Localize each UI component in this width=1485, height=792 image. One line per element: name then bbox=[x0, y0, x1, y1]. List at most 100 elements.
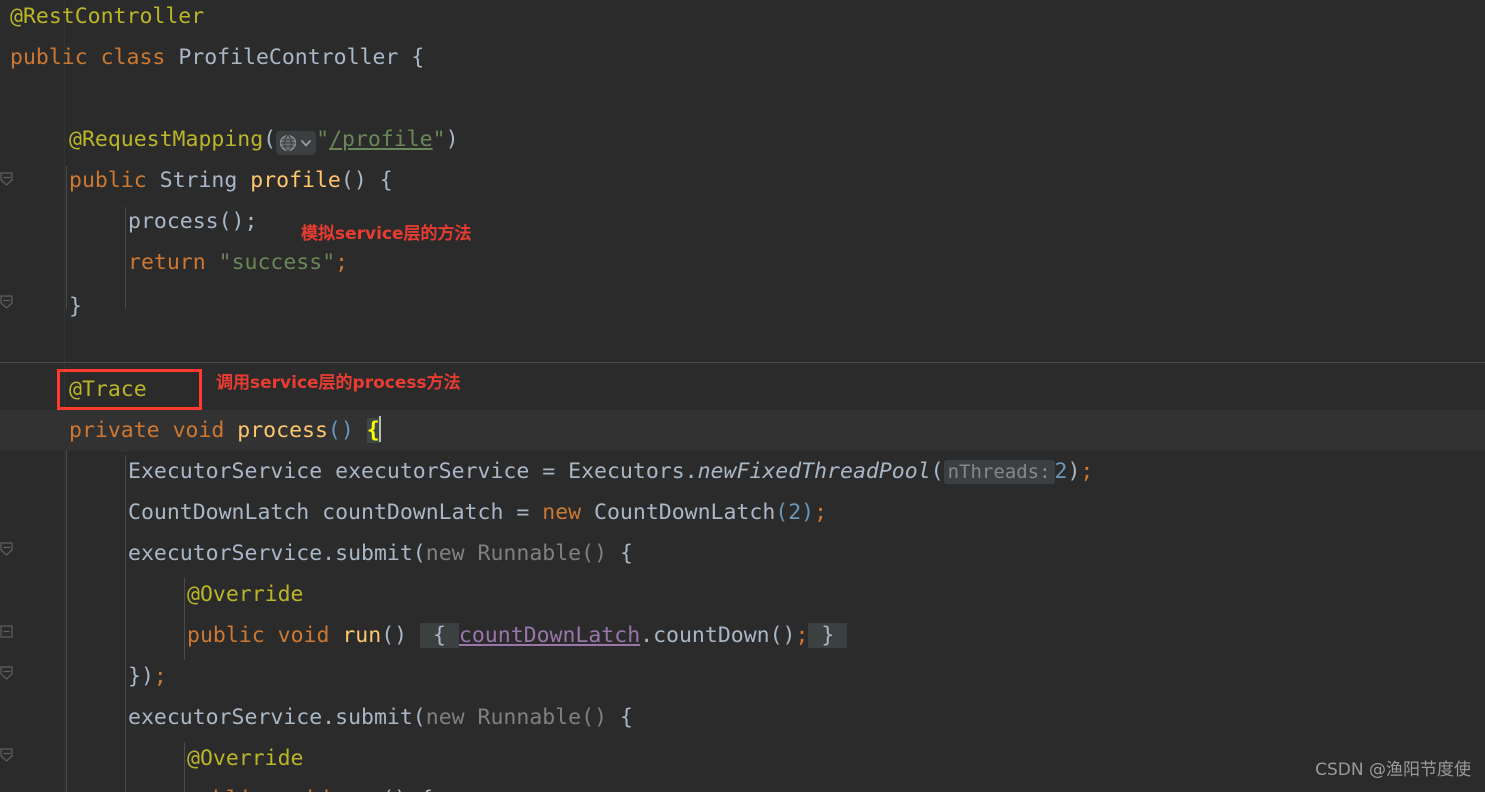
code-line-blank[interactable] bbox=[0, 327, 1485, 368]
brace-open: { bbox=[420, 787, 433, 792]
paren-close: ) bbox=[801, 500, 815, 525]
var-executor-service: executorService bbox=[335, 459, 530, 484]
keyword-public: public bbox=[187, 787, 265, 792]
url-profile[interactable]: /profile bbox=[329, 127, 433, 152]
paren-open: ( bbox=[775, 500, 789, 525]
method-count-down: countDown bbox=[653, 623, 770, 648]
method-submit: submit bbox=[335, 705, 413, 730]
code-line[interactable]: public void run() { bbox=[0, 779, 1485, 792]
annotation-override: @Override bbox=[187, 746, 304, 771]
type-runnable: Runnable bbox=[477, 705, 582, 730]
code-line[interactable]: ExecutorService executorService = Execut… bbox=[0, 451, 1485, 492]
quote-close: " bbox=[432, 127, 446, 152]
code-line-current[interactable]: private void process() { bbox=[0, 410, 1485, 451]
type-profile-controller: ProfileController bbox=[178, 45, 399, 70]
type-executor-service: ExecutorService bbox=[128, 459, 323, 484]
code-content[interactable]: @RestController public class ProfileCont… bbox=[0, 0, 1485, 792]
code-line[interactable]: CountDownLatch countDownLatch = new Coun… bbox=[0, 492, 1485, 533]
annotation-trace: @Trace bbox=[69, 377, 147, 402]
keyword-return: return bbox=[128, 250, 206, 275]
code-line[interactable]: return "success"; bbox=[0, 242, 1485, 283]
code-line[interactable]: process(); bbox=[0, 201, 1485, 242]
paren-close: ) bbox=[782, 623, 796, 648]
annotation-rest-controller: @RestController bbox=[10, 4, 205, 29]
semicolon: ; bbox=[153, 664, 167, 689]
code-line[interactable]: @Override bbox=[0, 574, 1485, 615]
dot: . bbox=[640, 623, 654, 648]
code-line[interactable]: executorService.submit(new Runnable() { bbox=[0, 697, 1485, 738]
paren-open: ( bbox=[930, 459, 944, 484]
paren-open: ( bbox=[263, 127, 277, 152]
keyword-public: public bbox=[69, 168, 147, 193]
method-profile: profile bbox=[250, 168, 341, 193]
chevron-down-icon bbox=[301, 140, 312, 147]
code-line[interactable]: executorService.submit(new Runnable() { bbox=[0, 533, 1485, 574]
globe-icon bbox=[280, 134, 297, 152]
paren-open: ( bbox=[381, 787, 394, 792]
web-reference-chip[interactable] bbox=[276, 131, 317, 155]
brace-close: } bbox=[69, 294, 82, 319]
code-line[interactable]: @RestController bbox=[0, 0, 1485, 37]
note-process: 模拟service层的方法 bbox=[301, 224, 472, 244]
dot: . bbox=[322, 705, 336, 730]
dot: . bbox=[322, 541, 336, 566]
keyword-public: public bbox=[187, 623, 265, 648]
type-runnable: Runnable bbox=[477, 541, 582, 566]
quote-close: " bbox=[322, 250, 336, 275]
annotation-request-mapping: @RequestMapping bbox=[69, 127, 264, 152]
paren-close: ) bbox=[394, 787, 407, 792]
code-line[interactable]: public void run() { countDownLatch.count… bbox=[0, 615, 1485, 656]
equals: = bbox=[516, 500, 530, 525]
code-line[interactable]: @RequestMapping( "/profile") bbox=[0, 119, 1485, 160]
paren-close: ) bbox=[353, 168, 367, 193]
paren-open: ( bbox=[340, 168, 354, 193]
annotation-override: @Override bbox=[187, 582, 304, 607]
paren-close: ) bbox=[340, 418, 354, 443]
paren-close: ) bbox=[394, 623, 408, 648]
code-line[interactable]: public String profile() { bbox=[0, 160, 1485, 201]
brace-open-highlight: { bbox=[420, 623, 459, 648]
brace-close-highlight: } bbox=[808, 623, 848, 648]
code-line[interactable]: @Override bbox=[0, 738, 1485, 779]
code-line-blank[interactable] bbox=[0, 78, 1485, 119]
semicolon: ; bbox=[795, 623, 809, 648]
string-success: success bbox=[231, 250, 323, 275]
paren-open: ( bbox=[769, 623, 783, 648]
var-executor-service: executorService bbox=[128, 705, 323, 730]
brace-open: { bbox=[619, 541, 633, 566]
code-editor[interactable]: @RestController public class ProfileCont… bbox=[0, 0, 1485, 792]
method-run: run bbox=[342, 787, 381, 792]
paren-open: ( bbox=[381, 623, 395, 648]
number-2: 2 bbox=[1054, 459, 1068, 484]
call-process: process(); bbox=[128, 209, 258, 234]
quote-open: " bbox=[316, 127, 330, 152]
method-new-fixed-thread-pool: newFixedThreadPool bbox=[697, 459, 931, 484]
paren-close: ) bbox=[594, 541, 608, 566]
brace-close: } bbox=[128, 664, 141, 689]
field-count-down-latch[interactable]: countDownLatch bbox=[459, 623, 640, 648]
code-line[interactable]: } bbox=[0, 286, 1485, 327]
paren-open: ( bbox=[581, 541, 595, 566]
brace-open: { bbox=[379, 168, 393, 193]
code-line[interactable]: public class ProfileController { bbox=[0, 37, 1485, 78]
code-line[interactable]: }); bbox=[0, 656, 1485, 697]
paren-close: ) bbox=[445, 127, 459, 152]
method-run: run bbox=[342, 623, 382, 648]
